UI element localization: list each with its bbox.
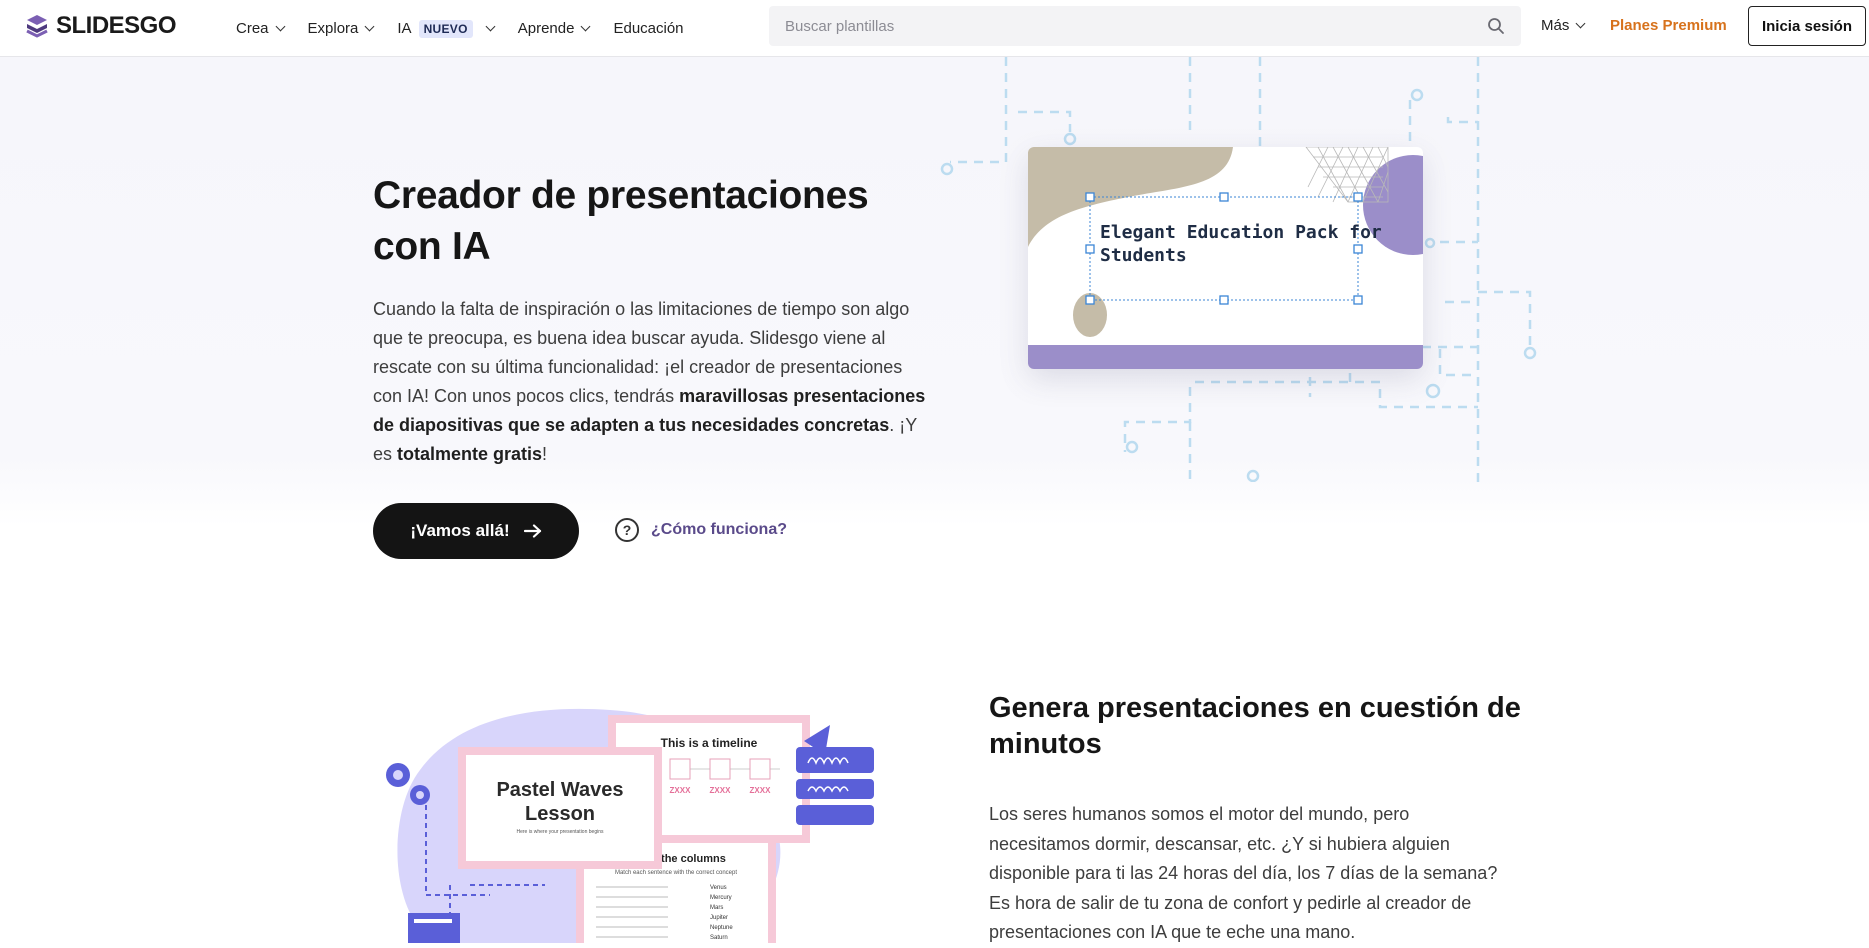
chevron-down-icon: [364, 21, 375, 32]
more-menu-label: Más: [1541, 17, 1570, 34]
menu-item-ia[interactable]: IA NUEVO: [397, 19, 496, 38]
timeline-label: ZXXX: [670, 786, 692, 795]
chevron-down-icon: [1575, 18, 1586, 29]
menu-item-aprende[interactable]: Aprende: [517, 20, 591, 37]
menu-item-label: Explora: [307, 20, 359, 37]
how-it-works-label: ¿Cómo funciona?: [651, 521, 787, 538]
column-word: Mercury: [710, 895, 732, 901]
menu-item-label: Aprende: [517, 20, 575, 37]
column-word: Saturn: [710, 935, 728, 941]
more-menu[interactable]: Más: [1541, 17, 1586, 34]
search-input[interactable]: [785, 17, 1487, 35]
top-navigation: SLIDESGO Crea Explora IA NUEVO Aprende E…: [0, 0, 1869, 57]
main-card-subtitle: Here is where your presentation begins: [517, 829, 604, 835]
svg-text:Lesson: Lesson: [525, 803, 595, 825]
start-button[interactable]: ¡Vamos allá!: [373, 503, 579, 559]
hero-description: Cuando la falta de inspiración o las lim…: [373, 295, 933, 469]
hero-text-part: !: [542, 444, 548, 464]
column-word: Jupiter: [710, 915, 728, 921]
ai-presentations-illustration: This is a timeline ZXXX ZXXX ZXXX Match …: [386, 708, 874, 943]
slide-preview-title: Elegant Education Pack for Students: [1100, 222, 1382, 266]
chevron-down-icon: [485, 21, 496, 32]
timeline-label: ZXXX: [750, 786, 772, 795]
chevron-down-icon: [275, 21, 285, 32]
columns-card-subtitle: Match each sentence with the correct con…: [615, 870, 737, 876]
arrow-right-icon: [523, 524, 541, 538]
main-menu: Crea Explora IA NUEVO Aprende Educación: [236, 0, 708, 57]
how-it-works-link[interactable]: ? ¿Cómo funciona?: [615, 518, 787, 542]
logo[interactable]: SLIDESGO: [24, 12, 177, 40]
timeline-label: ZXXX: [710, 786, 732, 795]
login-button[interactable]: Inicia sesión: [1748, 6, 1866, 46]
column-word: Neptune: [710, 925, 733, 931]
section-description: Los seres humanos somos el motor del mun…: [989, 804, 1498, 942]
menu-item-label: Educación: [613, 20, 684, 37]
menu-item-educacion[interactable]: Educación: [613, 20, 683, 37]
search-icon[interactable]: [1487, 17, 1505, 35]
chevron-down-icon: [581, 21, 591, 32]
search-bar: [769, 6, 1521, 46]
menu-item-crea[interactable]: Crea: [236, 20, 285, 37]
new-badge: NUEVO: [418, 19, 473, 38]
menu-item-label: IA: [397, 20, 412, 37]
column-word: Mars: [710, 905, 723, 911]
page-title: Creador de presentaciones con IA: [373, 174, 869, 268]
timeline-card-title: This is a timeline: [661, 736, 758, 750]
hero-text-bold: totalmente gratis: [397, 444, 543, 464]
logo-text: SLIDESGO: [56, 12, 177, 39]
slide-preview-card: Elegant Education Pack for Students: [1028, 147, 1423, 369]
start-button-label: ¡Vamos allá!: [410, 521, 510, 540]
menu-item-label: Crea: [236, 20, 269, 37]
column-word: Venus: [710, 885, 727, 891]
question-icon: ?: [615, 518, 639, 542]
section-title: Genera presentaciones en cuestión de min…: [989, 692, 1521, 760]
svg-text:Pastel Waves: Pastel Waves: [496, 779, 623, 801]
slidesgo-logo-icon: [26, 15, 48, 38]
premium-plans-link[interactable]: Planes Premium: [1610, 17, 1727, 34]
menu-item-explora[interactable]: Explora: [307, 20, 375, 37]
